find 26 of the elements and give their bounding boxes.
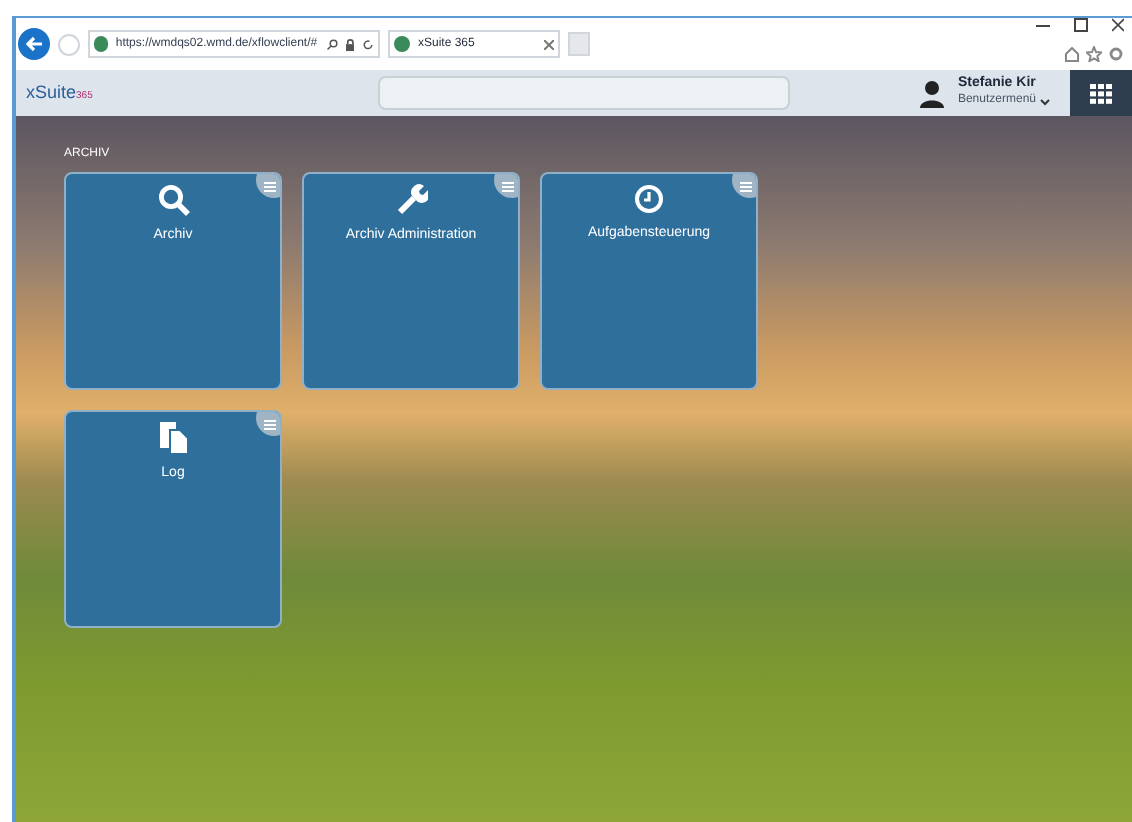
search-field[interactable] [378, 76, 790, 110]
maximize-icon[interactable] [1074, 18, 1088, 32]
refresh-icon [361, 37, 374, 51]
site-icon [94, 36, 108, 52]
chevron-down-icon [1040, 97, 1050, 106]
search-icon [157, 184, 189, 216]
arrow-left-icon [24, 34, 44, 54]
settings-icon[interactable] [1108, 46, 1124, 62]
search-icon [325, 37, 338, 51]
site-icon [394, 36, 410, 52]
app-grid-button[interactable] [1070, 70, 1132, 116]
back-button[interactable] [18, 28, 50, 60]
lock-icon [345, 37, 354, 51]
star-icon[interactable] [1086, 46, 1102, 62]
grid-icon [1090, 83, 1112, 103]
menu-icon [740, 182, 752, 192]
home-icon[interactable] [1064, 46, 1080, 62]
close-icon[interactable] [1112, 18, 1124, 32]
menu-icon [264, 420, 276, 430]
documents-icon [159, 422, 187, 454]
close-icon[interactable] [544, 39, 554, 49]
menu-icon [264, 182, 276, 192]
menu-icon [502, 182, 514, 192]
wrench-icon [395, 184, 427, 216]
clock-icon [634, 184, 664, 214]
user-avatar-icon [917, 79, 946, 107]
